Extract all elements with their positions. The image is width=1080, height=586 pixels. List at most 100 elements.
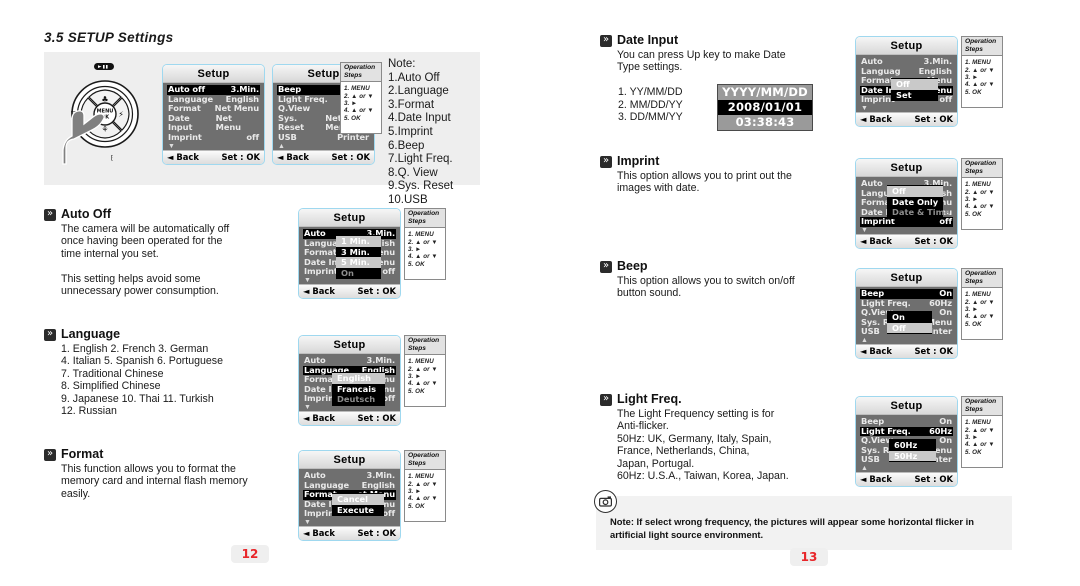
menu-label: Imprint <box>304 266 338 277</box>
submenu-item[interactable]: Francais <box>332 383 385 395</box>
submenu-item[interactable]: Off <box>887 322 932 334</box>
submenu-item[interactable]: 1 Min. <box>336 236 381 247</box>
menu-row[interactable]: USB Printer <box>277 132 370 143</box>
operation-steps-box: Operation Steps 1. MENU 2. ▲ or ▼ 3. ► 4… <box>404 450 446 522</box>
lcd-title: Setup <box>856 37 957 55</box>
submenu-item[interactable]: English <box>332 373 385 384</box>
back-button[interactable]: ◄ Back <box>860 474 892 484</box>
section-heading: Format <box>61 447 104 461</box>
scroll-down-icon: ▼ <box>168 142 175 150</box>
lcd-title: Setup <box>299 209 400 227</box>
submenu-item[interactable]: Off <box>887 186 943 197</box>
ops-step: 4. ▲ or ▼ <box>408 380 438 388</box>
set-ok-label[interactable]: Set : OK <box>221 152 260 162</box>
ops-step: 1. MENU <box>408 231 434 239</box>
scroll-up-icon: ▲ <box>861 336 868 344</box>
manual-page-spread: 3.5 SETUP Settings MENU OK ♣ ⚘ ⚡ ⁅ Setup… <box>0 0 1080 586</box>
bullet-icon <box>44 207 56 221</box>
ops-step: 5. OK <box>965 448 982 456</box>
back-button[interactable]: ◄ Back <box>167 152 199 162</box>
set-ok-label[interactable]: Set : OK <box>357 528 396 538</box>
submenu-item[interactable]: Execute <box>332 504 384 516</box>
set-ok-label[interactable]: Set : OK <box>914 346 953 356</box>
note-item: 8.Q. View <box>388 166 438 179</box>
ops-step: 1. MENU <box>965 419 991 427</box>
submenu-item[interactable]: Cancel <box>332 494 384 505</box>
lcd-title: Setup <box>163 65 264 83</box>
menu-value: off <box>939 216 952 227</box>
menu-row[interactable]: Imprint off <box>167 131 260 143</box>
set-ok-label[interactable]: Set : OK <box>914 474 953 484</box>
page-number-right: 13 <box>790 548 828 566</box>
submenu-item[interactable]: Off <box>891 79 938 90</box>
set-ok-label[interactable]: Set : OK <box>914 236 953 246</box>
section-heading: Auto Off <box>61 207 111 221</box>
submenu-item[interactable]: Date & Time <box>887 207 950 218</box>
back-button[interactable]: ◄ Back <box>303 413 335 423</box>
section-imprint: Imprint This option allows you to print … <box>600 154 870 195</box>
submenu-item[interactable]: 3 Min. <box>336 246 381 258</box>
lcd-screen-beep: Setup Beep On Light Freq. 60Hz Q.View On <box>855 268 958 359</box>
menu-value: off <box>382 508 395 519</box>
date-preview-box: YYYY/MM/DD 2008/01/01 03:38:43 <box>717 84 813 131</box>
menu-row[interactable]: Date Input Net Menu <box>167 113 260 133</box>
menu-label: USB <box>861 326 880 337</box>
back-button[interactable]: ◄ Back <box>860 346 892 356</box>
ops-step: 3. ► <box>965 196 979 203</box>
ops-head-line1: Operation <box>344 64 376 71</box>
operation-steps-box: Operation Steps 1. MENU 2. ▲ or ▼ 3. ► 4… <box>961 268 1003 340</box>
scroll-up-icon: ▲ <box>278 142 285 150</box>
submenu-item[interactable]: On <box>887 312 932 323</box>
set-ok-label[interactable]: Set : OK <box>914 114 953 124</box>
bullet-icon <box>600 392 612 406</box>
scroll-down-icon: ▼ <box>861 104 868 112</box>
operation-steps-box: Operation Steps 1. MENU 2. ▲ or ▼ 3. ► 4… <box>961 36 1003 108</box>
note-text: Note: If select wrong frequency, the pic… <box>610 516 974 540</box>
set-ok-label[interactable]: Set : OK <box>357 413 396 423</box>
ops-step: 4. ▲ or ▼ <box>965 81 995 89</box>
menu-label: USB <box>861 454 880 465</box>
scroll-up-icon: ▲ <box>861 464 868 472</box>
back-button[interactable]: ◄ Back <box>277 152 309 162</box>
submenu-item[interactable]: Deutsch <box>332 394 385 405</box>
lcd-menu-list: Auto off 3.Min. Language English Format … <box>163 83 264 150</box>
section-body: This function allows you to format the m… <box>61 463 248 500</box>
back-button[interactable]: ◄ Back <box>303 286 335 296</box>
ops-step: 4. ▲ or ▼ <box>408 495 438 503</box>
menu-row[interactable]: Imprint off <box>860 217 953 227</box>
operation-steps-box: Operation Steps 1. MENU 2. ▲ or ▼ 3. ► 4… <box>961 158 1003 230</box>
note-item: 6.Beep <box>388 139 425 152</box>
submenu-item[interactable]: Date Only <box>887 196 943 208</box>
date-type-option: 3. DD/MM/YY <box>618 111 683 124</box>
ops-head-line1: Operation <box>408 210 440 217</box>
menu-label: Imprint <box>168 131 202 142</box>
note-item: 7.Light Freq. <box>388 153 453 166</box>
ops-head-line2: Steps <box>408 459 426 467</box>
ops-step: 1. MENU <box>408 358 434 366</box>
ops-step: 5. OK <box>965 210 982 218</box>
back-button[interactable]: ◄ Back <box>303 528 335 538</box>
date-type-option: 2. MM/DD/YY <box>618 98 683 111</box>
submenu-item[interactable]: 5 Min. <box>336 257 381 268</box>
ops-head-line1: Operation <box>408 337 440 344</box>
ops-step: 5. OK <box>408 502 425 510</box>
section-heading: Language <box>61 327 121 341</box>
dpad-illustration: MENU OK ♣ ⚘ ⚡ ⛨ ⁅ <box>62 60 158 170</box>
submenu-item[interactable]: 60Hz <box>889 440 936 451</box>
setup-overview-panel: MENU OK ♣ ⚘ ⚡ ⛨ ⁅ Setup <box>44 52 480 206</box>
menu-value: off <box>939 94 952 105</box>
set-ok-label[interactable]: Set : OK <box>357 286 396 296</box>
back-button[interactable]: ◄ Back <box>860 114 892 124</box>
ops-step: 2. ▲ or ▼ <box>408 238 438 246</box>
lcd-title: Setup <box>299 451 400 469</box>
section-light-freq: Light Freq. The Light Frequency setting … <box>600 392 890 482</box>
lcd-title: Setup <box>856 397 957 415</box>
ops-step: 4. ▲ or ▼ <box>965 203 995 211</box>
back-button[interactable]: ◄ Back <box>860 236 892 246</box>
submenu-item[interactable]: 50Hz <box>889 450 936 462</box>
set-ok-label[interactable]: Set : OK <box>331 152 370 162</box>
section-heading: Date Input <box>617 33 679 47</box>
submenu-item[interactable]: On <box>336 267 381 279</box>
section-body: The camera will be automatically off onc… <box>61 223 230 298</box>
submenu-item[interactable]: Set <box>891 89 938 101</box>
